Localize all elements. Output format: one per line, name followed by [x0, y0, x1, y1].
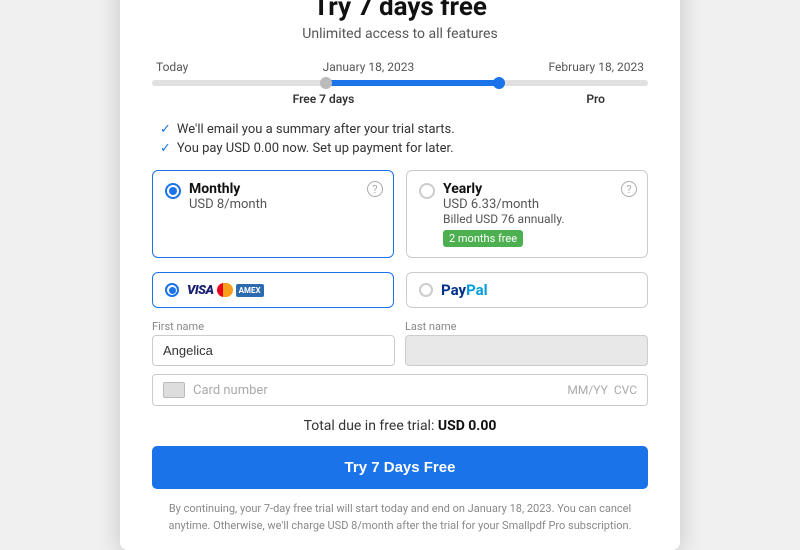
cta-button[interactable]: Try 7 Days Free — [152, 446, 648, 489]
plan-yearly-radio[interactable] — [419, 183, 435, 199]
payment-card-radio[interactable] — [165, 283, 179, 297]
plan-yearly-billed: Billed USD 76 annually. — [443, 212, 565, 226]
cc-icons: VISA AMEX — [187, 283, 264, 298]
timeline-labels: Today January 18, 2023 February 18, 2023 — [152, 60, 648, 74]
mastercard-icon — [217, 283, 233, 297]
plan-yearly-name: Yearly — [443, 181, 565, 197]
first-name-group: First name — [152, 320, 395, 366]
name-form-row: First name Last name — [152, 320, 648, 366]
last-name-group: Last name — [405, 320, 648, 366]
last-name-input[interactable] — [405, 335, 648, 366]
modal-body: Try 7 days free Unlimited access to all … — [120, 0, 680, 550]
timeline-label-today: Today — [156, 60, 188, 74]
page-title: Try 7 days free — [152, 0, 648, 22]
benefit-text-2: You pay USD 0.00 now. Set up payment for… — [177, 141, 454, 156]
total-label: Total due in free trial: — [304, 418, 435, 434]
mmyy-label: MM/YY — [567, 383, 607, 397]
timeline-bar — [152, 78, 648, 88]
payment-options: VISA AMEX PayPal — [152, 272, 648, 308]
modal-container: Need more seats? Check the Team plan × T… — [120, 0, 680, 550]
plan-monthly-help[interactable]: ? — [367, 181, 383, 197]
benefits-list: ✓ We'll email you a summary after your t… — [152, 122, 648, 156]
total-amount: USD 0.00 — [438, 418, 497, 434]
total-line: Total due in free trial: USD 0.00 — [152, 418, 648, 434]
plan-yearly-badge: 2 months free — [443, 230, 523, 247]
timeline: Today January 18, 2023 February 18, 2023… — [152, 60, 648, 106]
benefit-text-1: We'll email you a summary after your tri… — [177, 122, 455, 137]
timeline-dot-start — [320, 77, 332, 89]
benefit-item-1: ✓ We'll email you a summary after your t… — [160, 122, 648, 137]
payment-paypal-radio[interactable] — [419, 283, 433, 297]
card-chip-icon — [163, 382, 185, 398]
disclaimer-text: By continuing, your 7-day free trial wil… — [152, 501, 648, 534]
phase-free: Free 7 days — [293, 92, 355, 106]
timeline-label-feb: February 18, 2023 — [549, 60, 644, 74]
plan-yearly-help[interactable]: ? — [621, 181, 637, 197]
timeline-label-jan: January 18, 2023 — [323, 60, 415, 74]
page-subtitle: Unlimited access to all features — [152, 26, 648, 42]
payment-card-option[interactable]: VISA AMEX — [152, 272, 394, 308]
payment-paypal-option[interactable]: PayPal — [406, 272, 648, 308]
plan-monthly-name: Monthly — [189, 181, 267, 197]
plan-monthly-price: USD 8/month — [189, 197, 267, 212]
last-name-label: Last name — [405, 320, 648, 333]
timeline-phase-labels: Free 7 days Pro — [152, 92, 648, 106]
plan-yearly-price: USD 6.33/month — [443, 197, 565, 212]
plan-monthly[interactable]: Monthly USD 8/month ? — [152, 170, 394, 258]
first-name-input[interactable] — [152, 335, 395, 366]
check-icon-1: ✓ — [160, 122, 171, 137]
timeline-dot-end — [493, 77, 505, 89]
timeline-bar-bg — [152, 80, 648, 86]
timeline-bar-fill — [326, 80, 500, 86]
plan-yearly[interactable]: Yearly USD 6.33/month Billed USD 76 annu… — [406, 170, 648, 258]
phase-pro: Pro — [586, 92, 605, 106]
first-name-label: First name — [152, 320, 395, 333]
plan-yearly-info: Yearly USD 6.33/month Billed USD 76 annu… — [443, 181, 565, 247]
plan-options: Monthly USD 8/month ? Yearly USD 6.33/mo… — [152, 170, 648, 258]
benefit-item-2: ✓ You pay USD 0.00 now. Set up payment f… — [160, 141, 648, 156]
card-right: MM/YY CVC — [567, 383, 637, 397]
card-number-label: Card number — [193, 383, 559, 398]
plan-monthly-info: Monthly USD 8/month — [189, 181, 267, 212]
paypal-icon: PayPal — [441, 281, 488, 299]
check-icon-2: ✓ — [160, 141, 171, 156]
visa-icon: VISA — [187, 283, 214, 298]
cvc-label: CVC — [614, 383, 637, 397]
card-number-row[interactable]: Card number MM/YY CVC — [152, 374, 648, 406]
amex-icon: AMEX — [236, 284, 264, 297]
plan-monthly-radio[interactable] — [165, 183, 181, 199]
